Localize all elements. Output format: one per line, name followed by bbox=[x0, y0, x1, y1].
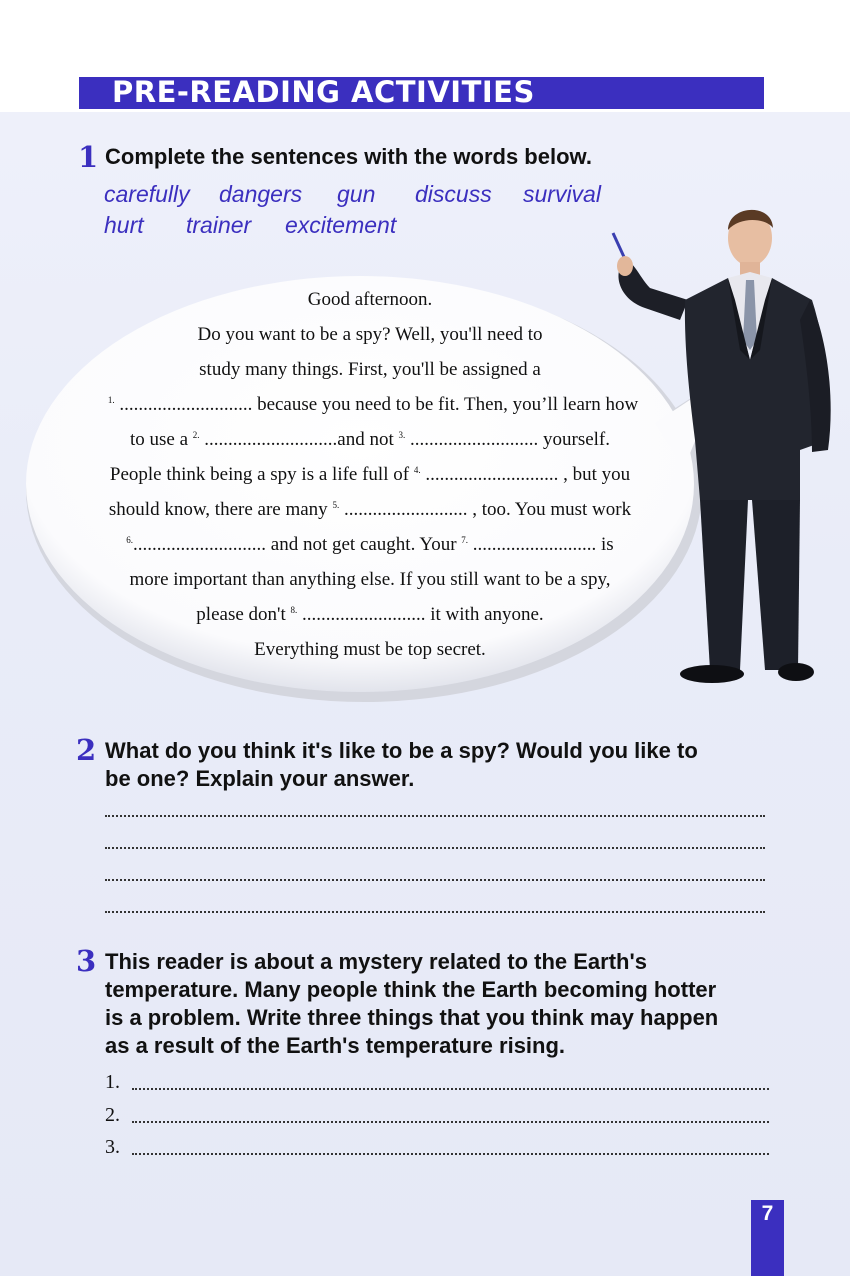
answer-line-2[interactable] bbox=[105, 846, 765, 849]
question-2-line-2: be one? Explain your answer. bbox=[105, 766, 415, 791]
word-survival: survival bbox=[523, 181, 601, 207]
list-item-number-1: 1. bbox=[105, 1071, 120, 1093]
bubble-line-5-c: ........................... yourself. bbox=[405, 429, 611, 450]
bubble-line-6-a: People think being a spy is a life full … bbox=[109, 464, 414, 485]
right-leg bbox=[752, 500, 800, 670]
page-number: 7 bbox=[761, 1202, 774, 1225]
question-3-line-2: temperature. Many people think the Earth… bbox=[105, 977, 717, 1002]
bubble-line-8-a: ............................ and not get… bbox=[133, 534, 462, 555]
hand bbox=[617, 256, 633, 276]
word-gun: gun bbox=[337, 181, 376, 207]
question-3-number: 3 bbox=[76, 944, 97, 978]
section-title: PRE-READING ACTIVITIES bbox=[112, 75, 535, 109]
left-shoe bbox=[680, 665, 744, 683]
word-trainer: trainer bbox=[186, 212, 252, 238]
left-leg bbox=[700, 500, 748, 670]
bubble-line-5-b: ............................and not bbox=[199, 429, 399, 450]
question-3-line-3: is a problem. Write three things that yo… bbox=[105, 1005, 719, 1030]
blank-number-1: 1. bbox=[107, 395, 115, 405]
bubble-line-10-a: please don't bbox=[196, 604, 291, 625]
answer-line-3[interactable] bbox=[105, 878, 765, 881]
list-item-number-2: 2. bbox=[105, 1104, 120, 1126]
bubble-line-4: 1. ............................ because … bbox=[68, 394, 678, 416]
bubble-line-4-text: ............................ because you… bbox=[114, 394, 639, 415]
bubble-line-8-b: .......................... is bbox=[468, 534, 614, 555]
answer-line-1[interactable] bbox=[105, 814, 765, 817]
blank-number-4: 4. bbox=[413, 465, 421, 475]
list-answer-line-3[interactable] bbox=[132, 1152, 769, 1155]
word-discuss: discuss bbox=[415, 181, 492, 207]
word-excitement: excitement bbox=[285, 212, 397, 238]
question-3-line-1: This reader is about a mystery related t… bbox=[105, 949, 647, 974]
right-shoe bbox=[778, 663, 814, 681]
presenter-illustration bbox=[611, 209, 831, 683]
bubble-line-7-a: should know, there are many bbox=[108, 499, 333, 520]
answer-line-4[interactable] bbox=[105, 910, 765, 913]
word-dangers: dangers bbox=[219, 181, 303, 207]
question-2-line-1: What do you think it's like to be a spy?… bbox=[105, 738, 698, 763]
bubble-line-5-a: to use a bbox=[129, 429, 193, 450]
blank-number-6: 6. bbox=[126, 535, 134, 545]
bubble-line-6-b: ............................ , but you bbox=[420, 464, 631, 485]
question-3-line-4: as a result of the Earth's temperature r… bbox=[105, 1033, 566, 1058]
question-1-text: Complete the sentences with the words be… bbox=[105, 144, 592, 169]
word-carefully: carefully bbox=[104, 181, 190, 207]
list-answer-line-2[interactable] bbox=[132, 1120, 769, 1123]
bubble-line-10-b: .......................... it with anyon… bbox=[297, 604, 544, 625]
list-answer-line-1[interactable] bbox=[132, 1087, 769, 1090]
question-1-number: 1 bbox=[78, 140, 99, 174]
question-2-number: 2 bbox=[76, 733, 97, 767]
list-item-number-3: 3. bbox=[105, 1136, 120, 1158]
blank-number-2: 2. bbox=[192, 430, 200, 440]
word-hurt: hurt bbox=[104, 212, 144, 238]
bubble-line-7-b: .......................... , too. You mu… bbox=[339, 499, 632, 520]
